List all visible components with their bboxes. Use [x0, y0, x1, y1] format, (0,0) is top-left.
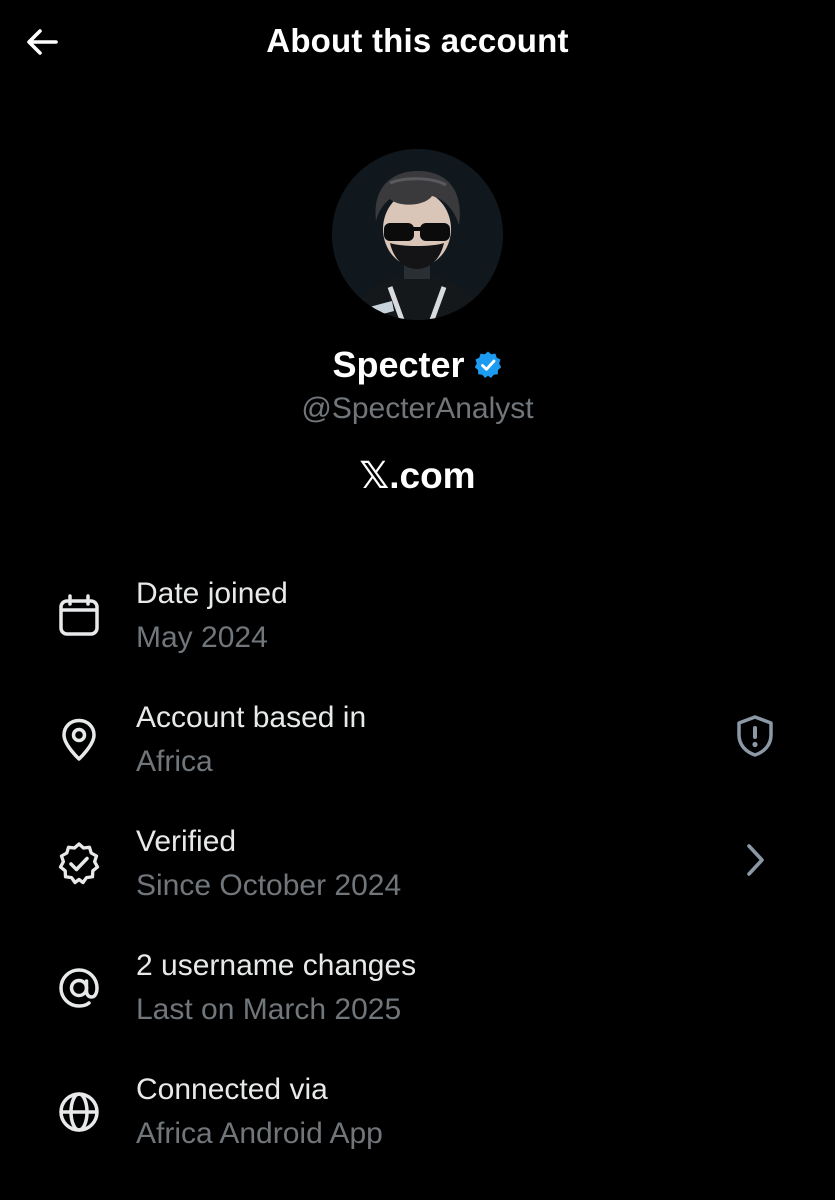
list-item-username-changes: 2 username changes Last on March 2025	[0, 939, 835, 1063]
top-bar: About this account	[0, 0, 835, 88]
list-item-verified[interactable]: Verified Since October 2024	[0, 815, 835, 939]
profile-name-row: Specter	[0, 344, 835, 386]
list-item-subtitle: Africa Android App	[136, 1117, 383, 1150]
calendar-icon	[54, 591, 104, 641]
list-item-title: Connected via	[136, 1073, 328, 1106]
chevron-right-icon[interactable]	[730, 835, 780, 885]
list-item-subtitle: Since October 2024	[136, 869, 402, 902]
platform-label: 𝕏.com	[359, 455, 476, 496]
page-title: About this account	[266, 22, 569, 59]
display-name: Specter	[332, 344, 465, 385]
shield-alert-icon[interactable]	[730, 711, 780, 761]
list-item-subtitle: Last on March 2025	[136, 993, 402, 1026]
verified-check-icon	[54, 839, 104, 889]
list-item-title: 2 username changes	[136, 949, 417, 982]
username-handle: @SpecterAnalyst	[301, 392, 534, 425]
list-item-title: Verified	[136, 825, 237, 858]
list-item-account-based-in: Account based in Africa	[0, 691, 835, 815]
account-info-list: Date joined May 2024 Account based in Af…	[0, 567, 835, 1187]
location-pin-icon	[54, 715, 104, 765]
list-item-title: Date joined	[136, 577, 288, 610]
list-item-subtitle: Africa	[136, 745, 213, 778]
globe-icon	[54, 1087, 104, 1137]
list-item-title: Account based in	[136, 701, 367, 734]
at-sign-icon	[54, 963, 104, 1013]
verified-badge-icon	[473, 350, 503, 380]
avatar[interactable]	[332, 149, 503, 320]
list-item-connected-via: Connected via Africa Android App	[0, 1063, 835, 1187]
list-item-date-joined: Date joined May 2024	[0, 567, 835, 691]
list-item-subtitle: May 2024	[136, 621, 268, 654]
